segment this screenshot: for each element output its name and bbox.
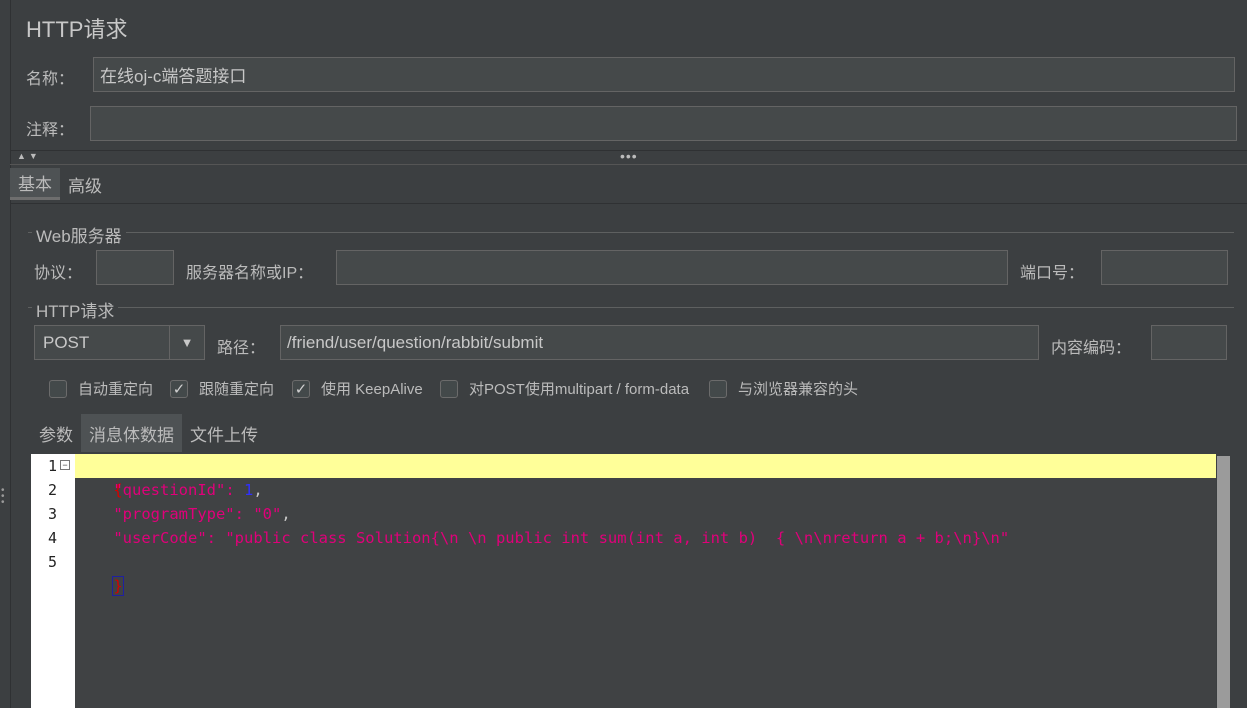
comment-input[interactable]: [90, 106, 1237, 141]
method-select-value: POST: [35, 326, 170, 359]
path-input-value: /friend/user/question/rabbit/submit: [287, 332, 544, 352]
tab-basic[interactable]: 基本: [10, 168, 60, 200]
line-number: 4: [47, 529, 57, 547]
drag-handle-dots-icon[interactable]: •••: [620, 148, 638, 164]
tab-file-upload-label: 文件上传: [190, 425, 258, 445]
checkbox-box[interactable]: [49, 379, 67, 398]
code-line-3: "programType": "0",: [76, 502, 1009, 526]
line-number: 3: [47, 505, 57, 523]
checkbox-box[interactable]: [440, 379, 458, 398]
http-request-legend: HTTP请求: [32, 297, 119, 322]
multipart-checkbox[interactable]: 对POST使用multipart / form-data: [440, 378, 689, 399]
checkbox-box[interactable]: [709, 379, 727, 398]
name-input[interactable]: 在线oj-c端答题接口: [93, 57, 1235, 92]
keepalive-checkbox[interactable]: ✓ 使用 KeepAlive: [292, 378, 423, 399]
top-tab-bar: 基本 高级: [10, 168, 110, 200]
multipart-label: 对POST使用multipart / form-data: [469, 381, 690, 398]
json-key: "userCode": [113, 529, 207, 547]
json-colon: :: [234, 505, 254, 523]
json-colon: :: [225, 481, 244, 499]
comment-label: 注释：: [26, 122, 75, 139]
checkmark-icon[interactable]: ✓: [292, 379, 310, 398]
follow-redirect-label: 跟随重定向: [199, 381, 275, 398]
collapse-expand-arrows-icon[interactable]: ▲▼: [17, 151, 41, 161]
path-input[interactable]: /friend/user/question/rabbit/submit: [280, 325, 1039, 360]
code-content[interactable]: { "questionId": 1, "programType": "0", "…: [76, 454, 1009, 596]
port-input[interactable]: [1101, 250, 1228, 285]
encoding-input[interactable]: [1151, 325, 1227, 360]
json-value: "public class Solution{\n \n public int …: [225, 529, 1010, 547]
tab-parameters-label: 参数: [39, 425, 73, 445]
json-key: "questionId": [113, 481, 226, 499]
browser-compatible-headers-label: 与浏览器兼容的头: [738, 381, 859, 398]
keepalive-label: 使用 KeepAlive: [321, 381, 423, 398]
protocol-input[interactable]: [96, 250, 174, 285]
close-brace: }: [112, 576, 124, 596]
auto-redirect-checkbox[interactable]: 自动重定向: [49, 378, 153, 399]
json-comma: ,: [281, 505, 291, 523]
follow-redirect-checkbox[interactable]: ✓ 跟随重定向: [170, 378, 274, 399]
protocol-label: 协议：: [34, 265, 83, 282]
browser-compatible-headers-checkbox[interactable]: 与浏览器兼容的头: [709, 378, 858, 399]
tab-body-data[interactable]: 消息体数据: [81, 414, 182, 452]
tab-file-upload[interactable]: 文件上传: [182, 414, 266, 452]
method-select[interactable]: POST ▼: [34, 325, 205, 360]
tab-advanced[interactable]: 高级: [60, 168, 110, 200]
line-number: 5: [47, 553, 57, 571]
left-splitter-dots-icon[interactable]: • • •: [1, 486, 7, 508]
port-label: 端口号：: [1020, 265, 1085, 282]
json-value: "0": [253, 505, 282, 523]
panel-title: HTTP请求: [26, 17, 128, 42]
line-number: 1: [47, 457, 57, 475]
line-number-gutter: 1 2 3 4 5: [31, 454, 75, 708]
name-label: 名称：: [26, 71, 75, 88]
encoding-label: 内容编码：: [1051, 340, 1132, 357]
json-comma: ,: [253, 481, 263, 499]
editor-scrollbar-thumb[interactable]: [1217, 456, 1230, 708]
path-label: 路径：: [217, 340, 266, 357]
tab-parameters[interactable]: 参数: [31, 414, 81, 452]
code-line-1: {: [76, 454, 1009, 499]
code-line-2: "questionId": 1,: [76, 478, 1009, 502]
left-splitter[interactable]: [0, 0, 11, 708]
tab-separator: [10, 203, 1247, 204]
http-request-border: [28, 307, 1234, 308]
line-number: 2: [47, 481, 57, 499]
code-line-5: }: [76, 550, 1009, 596]
web-server-border: [28, 232, 1234, 233]
server-label: 服务器名称或IP：: [186, 265, 314, 282]
tab-basic-label: 基本: [18, 175, 52, 194]
fold-minus-icon[interactable]: −: [60, 460, 70, 470]
name-input-value: 在线oj-c端答题接口: [100, 67, 247, 86]
server-input[interactable]: [336, 250, 1008, 285]
json-value: 1: [243, 481, 254, 499]
web-server-legend: Web服务器: [32, 222, 126, 247]
json-key: "programType": [113, 505, 235, 523]
tab-body-data-label: 消息体数据: [89, 425, 174, 445]
checkmark-icon[interactable]: ✓: [170, 379, 188, 398]
code-line-4: "userCode": "public class Solution{\n \n…: [76, 526, 1009, 550]
chevron-down-icon[interactable]: ▼: [170, 326, 204, 359]
auto-redirect-label: 自动重定向: [78, 381, 154, 398]
json-colon: :: [206, 529, 226, 547]
body-tab-bar: 参数 消息体数据 文件上传: [31, 414, 266, 452]
tab-advanced-label: 高级: [68, 176, 102, 196]
